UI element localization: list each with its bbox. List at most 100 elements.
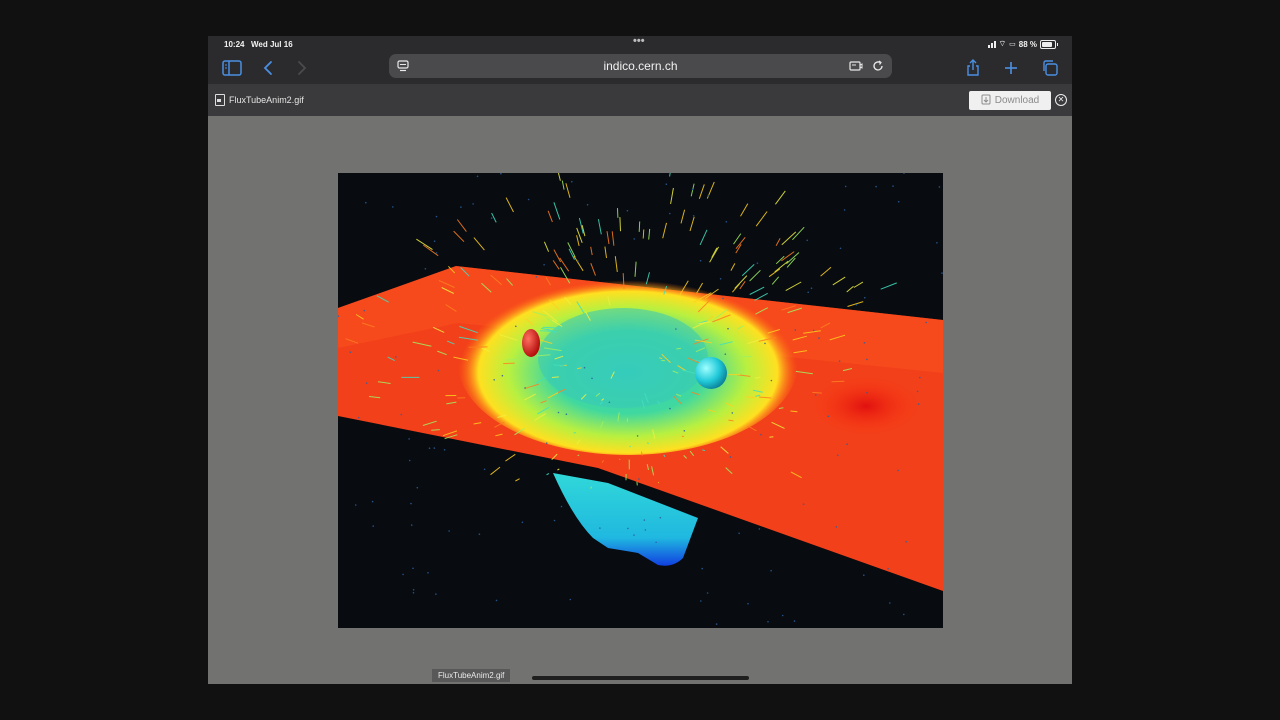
field-dot bbox=[866, 358, 868, 361]
field-arrow bbox=[812, 391, 822, 394]
field-arrow bbox=[846, 285, 854, 293]
field-dot bbox=[793, 620, 796, 622]
field-dot bbox=[802, 503, 805, 506]
field-arrow bbox=[832, 276, 846, 286]
field-dot bbox=[725, 221, 728, 223]
tab-overview-icon[interactable] bbox=[1038, 56, 1062, 80]
field-dot bbox=[636, 435, 639, 437]
share-icon[interactable] bbox=[961, 56, 985, 80]
download-button[interactable]: Download bbox=[969, 91, 1051, 110]
reload-icon[interactable] bbox=[870, 58, 886, 74]
field-dot bbox=[591, 377, 593, 380]
field-arrow bbox=[771, 276, 780, 285]
field-arrow bbox=[431, 429, 440, 431]
field-dot bbox=[633, 238, 635, 240]
field-dot bbox=[400, 413, 403, 416]
field-dot bbox=[770, 569, 772, 572]
field-dot bbox=[500, 173, 502, 175]
field-dot bbox=[747, 602, 749, 605]
field-arrow bbox=[505, 197, 514, 213]
reader-icon[interactable] bbox=[848, 58, 864, 74]
field-dot bbox=[365, 382, 368, 384]
image-filename-label: FluxTubeAnim2.gif bbox=[432, 669, 511, 682]
field-dot bbox=[738, 532, 740, 535]
status-bar: 10:24 Wed Jul 16 ••• ⌔ ▭ 88 % bbox=[208, 36, 1072, 52]
field-arrow bbox=[785, 281, 802, 292]
field-dot bbox=[675, 328, 677, 330]
field-dot bbox=[577, 260, 579, 262]
multitasking-dots-icon[interactable]: ••• bbox=[633, 36, 645, 47]
new-tab-icon[interactable] bbox=[999, 56, 1023, 80]
field-dot bbox=[864, 296, 866, 299]
field-dot bbox=[818, 337, 820, 339]
field-arrow bbox=[699, 229, 708, 246]
field-arrow bbox=[490, 466, 501, 476]
field-arrow bbox=[662, 222, 667, 239]
field-dot bbox=[756, 262, 759, 264]
field-dot bbox=[476, 175, 479, 178]
back-arrow-icon[interactable] bbox=[256, 56, 280, 80]
field-dot bbox=[807, 291, 809, 294]
field-arrow bbox=[669, 173, 671, 177]
field-arrow bbox=[505, 453, 516, 462]
field-arrow bbox=[648, 228, 651, 240]
field-arrow bbox=[689, 216, 695, 232]
url-text[interactable]: indico.cern.ch bbox=[389, 59, 892, 73]
ipad-screen: 10:24 Wed Jul 16 ••• ⌔ ▭ 88 % indico.cer… bbox=[208, 36, 1072, 684]
field-dot bbox=[435, 215, 438, 218]
field-dot bbox=[599, 527, 601, 529]
field-dot bbox=[586, 204, 589, 206]
field-dot bbox=[349, 351, 352, 353]
field-arrow bbox=[754, 292, 768, 301]
field-dot bbox=[855, 303, 858, 306]
field-dot bbox=[707, 195, 709, 197]
field-arrow bbox=[740, 203, 749, 217]
field-dot bbox=[427, 572, 429, 574]
field-arrow bbox=[573, 255, 584, 272]
field-dot bbox=[917, 403, 920, 405]
image-viewer: FluxTubeAnim2.gif bbox=[208, 116, 1072, 684]
field-arrow bbox=[453, 230, 465, 243]
status-date: Wed Jul 16 bbox=[251, 40, 293, 49]
field-arrow bbox=[557, 173, 561, 181]
home-indicator bbox=[532, 676, 749, 680]
flux-tube-animation-image[interactable] bbox=[338, 173, 943, 628]
field-dot bbox=[643, 519, 646, 521]
field-arrow bbox=[553, 202, 561, 220]
field-dot bbox=[372, 525, 374, 527]
field-arrow bbox=[597, 219, 602, 235]
field-arrow bbox=[738, 355, 752, 358]
field-arrow bbox=[604, 246, 607, 259]
field-arrow bbox=[638, 221, 641, 232]
field-arrow bbox=[775, 238, 781, 247]
field-arrow bbox=[543, 241, 550, 252]
field-dot bbox=[700, 600, 702, 602]
close-icon[interactable]: ✕ bbox=[1055, 94, 1067, 106]
field-dot bbox=[938, 186, 941, 188]
field-dot bbox=[846, 443, 848, 446]
sidebar-toggle-icon[interactable] bbox=[220, 56, 244, 80]
field-dot bbox=[941, 272, 943, 274]
field-arrow bbox=[559, 257, 570, 272]
field-dot bbox=[583, 366, 586, 369]
file-name: FluxTubeAnim2.gif bbox=[229, 95, 304, 105]
field-dot bbox=[495, 599, 498, 602]
field-arrow bbox=[506, 359, 518, 361]
address-bar[interactable]: indico.cern.ch bbox=[389, 54, 892, 78]
field-dot bbox=[837, 454, 839, 457]
field-dot bbox=[905, 540, 907, 543]
download-icon bbox=[981, 94, 991, 108]
field-dot bbox=[767, 621, 769, 623]
field-arrow bbox=[781, 251, 795, 262]
field-dot bbox=[863, 342, 866, 344]
field-dot bbox=[371, 500, 374, 503]
field-dot bbox=[416, 486, 419, 489]
field-dot bbox=[810, 287, 813, 289]
screen-mirror-icon: ▭ bbox=[1009, 41, 1016, 48]
field-arrow bbox=[733, 233, 742, 245]
field-arrow bbox=[769, 436, 774, 438]
forward-arrow-icon[interactable] bbox=[290, 56, 314, 80]
field-dot bbox=[443, 449, 446, 451]
wifi-icon: ⌔ bbox=[998, 39, 1007, 48]
field-dot bbox=[835, 526, 838, 528]
